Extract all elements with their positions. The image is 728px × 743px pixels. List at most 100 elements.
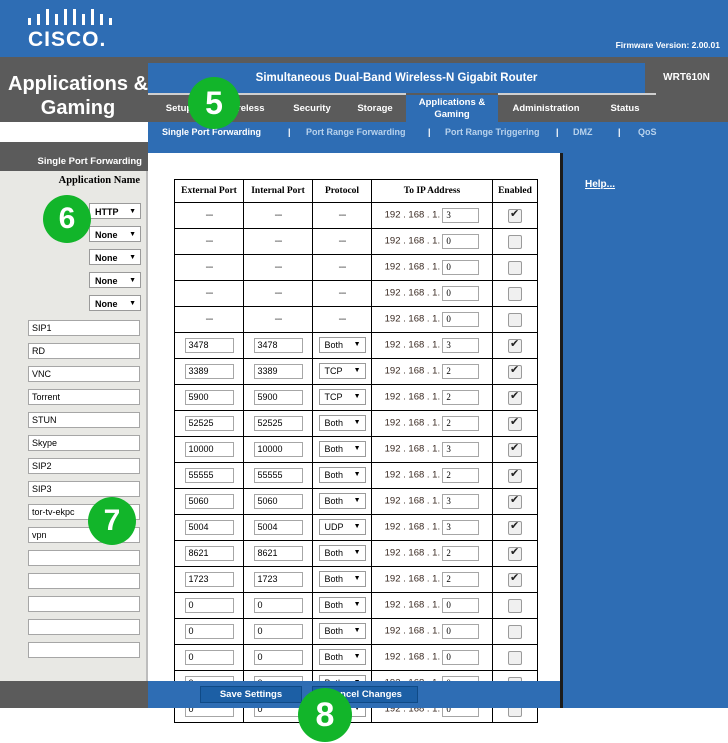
external-port-input[interactable]: 0	[184, 650, 234, 665]
internal-port-input[interactable]: 8621	[253, 546, 303, 561]
protocol-select[interactable]: Both ▼	[318, 492, 366, 509]
application-select-3[interactable]: None ▼	[89, 249, 141, 265]
application-name-field-8[interactable]: SIP3	[28, 481, 140, 497]
internal-port-input[interactable]: 10000	[253, 442, 303, 457]
external-port-input[interactable]: 8621	[184, 546, 234, 561]
enabled-checkbox[interactable]	[508, 467, 522, 483]
enabled-checkbox[interactable]	[508, 624, 522, 639]
protocol-select[interactable]: TCP ▼	[318, 362, 366, 379]
application-name-field-1[interactable]: SIP1	[28, 320, 140, 336]
subnav-qos[interactable]: QoS	[638, 122, 657, 142]
protocol-select[interactable]: Both ▼	[318, 336, 366, 353]
application-select-4[interactable]: None ▼	[89, 272, 141, 288]
save-settings-button[interactable]: Save Settings	[200, 686, 302, 703]
subnav-dmz[interactable]: DMZ	[573, 122, 593, 142]
application-name-field-11[interactable]	[28, 550, 140, 566]
protocol-select[interactable]: Both ▼	[318, 570, 366, 587]
internal-port-input[interactable]: 5004	[253, 520, 303, 535]
enabled-checkbox[interactable]	[508, 545, 522, 561]
external-port-input[interactable]: 0	[184, 598, 234, 613]
ip-last-octet-input[interactable]: 0	[442, 234, 480, 249]
ip-last-octet-input[interactable]: 3	[442, 520, 480, 535]
subnav-port-range-forwarding[interactable]: Port Range Forwarding	[306, 122, 406, 142]
tab-security[interactable]: Security	[280, 95, 344, 122]
external-port-input[interactable]: 1723	[184, 572, 234, 587]
internal-port-input[interactable]: 5060	[253, 494, 303, 509]
application-select-1[interactable]: HTTP ▼	[89, 203, 141, 219]
protocol-select[interactable]: Both ▼	[318, 596, 366, 613]
help-link[interactable]: Help...	[585, 179, 615, 190]
enabled-checkbox[interactable]	[508, 286, 522, 301]
internal-port-input[interactable]: 3389	[253, 364, 303, 379]
enabled-checkbox[interactable]	[508, 519, 522, 535]
ip-last-octet-input[interactable]: 2	[442, 468, 480, 483]
internal-port-input[interactable]: 0	[253, 624, 303, 639]
enabled-checkbox[interactable]	[508, 571, 522, 587]
external-port-input[interactable]: 3478	[184, 338, 234, 353]
application-name-field-5[interactable]: STUN	[28, 412, 140, 428]
tab-applications-gaming[interactable]: Applications & Gaming	[406, 95, 498, 124]
application-name-field-12[interactable]	[28, 573, 140, 589]
ip-last-octet-input[interactable]: 2	[442, 390, 480, 405]
enabled-checkbox[interactable]	[508, 312, 522, 327]
external-port-input[interactable]: 3389	[184, 364, 234, 379]
protocol-select[interactable]: Both ▼	[318, 414, 366, 431]
ip-last-octet-input[interactable]: 2	[442, 546, 480, 561]
internal-port-input[interactable]: 3478	[253, 338, 303, 353]
protocol-select[interactable]: Both ▼	[318, 440, 366, 457]
ip-last-octet-input[interactable]: 0	[442, 624, 480, 639]
subnav-port-range-triggering[interactable]: Port Range Triggering	[445, 122, 540, 142]
application-name-field-3[interactable]: VNC	[28, 366, 140, 382]
external-port-input[interactable]: 0	[184, 624, 234, 639]
application-name-field-7[interactable]: SIP2	[28, 458, 140, 474]
internal-port-input[interactable]: 55555	[253, 468, 303, 483]
enabled-checkbox[interactable]	[508, 389, 522, 405]
enabled-checkbox[interactable]	[508, 598, 522, 613]
ip-last-octet-input[interactable]: 3	[442, 208, 480, 223]
ip-last-octet-input[interactable]: 0	[442, 260, 480, 275]
protocol-select[interactable]: Both ▼	[318, 648, 366, 665]
internal-port-input[interactable]: 1723	[253, 572, 303, 587]
tab-status[interactable]: Status	[594, 95, 656, 122]
application-name-field-15[interactable]	[28, 642, 140, 658]
ip-last-octet-input[interactable]: 3	[442, 494, 480, 509]
ip-last-octet-input[interactable]: 2	[442, 364, 480, 379]
external-port-input[interactable]: 52525	[184, 416, 234, 431]
ip-last-octet-input[interactable]: 0	[442, 312, 480, 327]
internal-port-input[interactable]: 0	[253, 650, 303, 665]
protocol-select[interactable]: UDP ▼	[318, 518, 366, 535]
ip-last-octet-input[interactable]: 0	[442, 598, 480, 613]
application-name-field-4[interactable]: Torrent	[28, 389, 140, 405]
protocol-select[interactable]: TCP ▼	[318, 388, 366, 405]
external-port-input[interactable]: 55555	[184, 468, 234, 483]
enabled-checkbox[interactable]	[508, 415, 522, 431]
enabled-checkbox[interactable]	[508, 234, 522, 249]
internal-port-input[interactable]: 5900	[253, 390, 303, 405]
external-port-input[interactable]: 5004	[184, 520, 234, 535]
ip-last-octet-input[interactable]: 3	[442, 442, 480, 457]
internal-port-input[interactable]: 52525	[253, 416, 303, 431]
internal-port-input[interactable]: 0	[253, 598, 303, 613]
enabled-checkbox[interactable]	[508, 363, 522, 379]
application-name-field-2[interactable]: RD	[28, 343, 140, 359]
tab-administration[interactable]: Administration	[498, 95, 594, 122]
application-name-field-6[interactable]: Skype	[28, 435, 140, 451]
protocol-select[interactable]: Both ▼	[318, 544, 366, 561]
protocol-select[interactable]: Both ▼	[318, 466, 366, 483]
enabled-checkbox[interactable]	[508, 260, 522, 275]
application-select-2[interactable]: None ▼	[89, 226, 141, 242]
ip-last-octet-input[interactable]: 0	[442, 286, 480, 301]
ip-last-octet-input[interactable]: 0	[442, 650, 480, 665]
external-port-input[interactable]: 10000	[184, 442, 234, 457]
application-select-5[interactable]: None ▼	[89, 295, 141, 311]
protocol-select[interactable]: Both ▼	[318, 622, 366, 639]
external-port-input[interactable]: 5060	[184, 494, 234, 509]
enabled-checkbox[interactable]	[508, 493, 522, 509]
enabled-checkbox[interactable]	[508, 337, 522, 353]
ip-last-octet-input[interactable]: 2	[442, 572, 480, 587]
enabled-checkbox[interactable]	[508, 441, 522, 457]
tab-storage[interactable]: Storage	[344, 95, 406, 122]
enabled-checkbox[interactable]	[508, 650, 522, 665]
enabled-checkbox[interactable]	[508, 207, 522, 223]
application-name-field-14[interactable]	[28, 619, 140, 635]
